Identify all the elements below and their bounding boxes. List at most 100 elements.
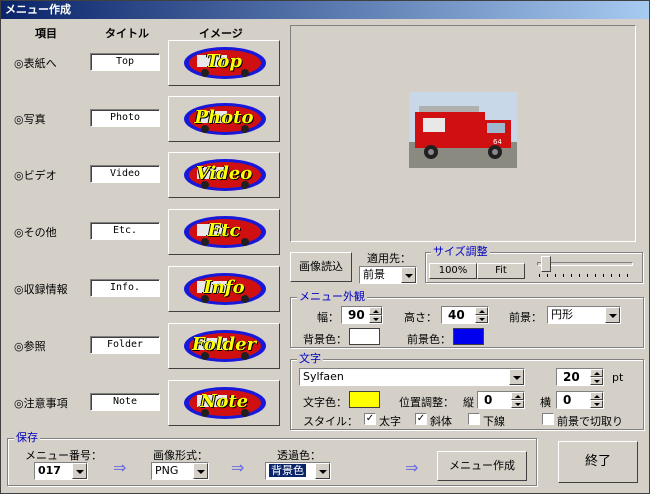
menu-item-image-button[interactable]: Photo bbox=[168, 96, 280, 142]
vertical-offset-spinner[interactable]: 0 bbox=[477, 391, 525, 409]
menu-item-image-button[interactable]: Note bbox=[168, 380, 280, 426]
menu-item-caption: Note bbox=[199, 391, 249, 412]
exit-button[interactable]: 終了 bbox=[558, 441, 638, 483]
horizontal-offset-spinner[interactable]: 0 bbox=[556, 391, 604, 409]
menu-item-caption: Video bbox=[195, 163, 253, 184]
underline-label: 下線 bbox=[483, 415, 505, 428]
menu-item-label: ◎表紙へ bbox=[14, 57, 57, 70]
menu-item-label: ◎写真 bbox=[14, 113, 46, 126]
flow-arrow-1: ⇒ bbox=[113, 458, 127, 477]
window-title: メニュー作成 bbox=[1, 1, 649, 19]
size-adjust-title: サイズ調整 bbox=[431, 245, 490, 258]
slider-track bbox=[537, 262, 633, 266]
italic-label: 斜体 bbox=[430, 415, 452, 428]
image-format-label: 画像形式： bbox=[153, 449, 208, 462]
foreground-shape-label: 前景： bbox=[509, 311, 542, 324]
background-color-label: 背景色： bbox=[303, 333, 347, 346]
apply-target-label: 適用先： bbox=[367, 252, 411, 265]
menu-item-image-button[interactable]: Video bbox=[168, 152, 280, 198]
appearance-title: メニュー外観 bbox=[297, 290, 367, 303]
font-select[interactable]: Sylfaen bbox=[299, 368, 525, 386]
menu-item-image-button[interactable]: Top bbox=[168, 40, 280, 86]
chevron-down-icon[interactable] bbox=[509, 369, 524, 385]
menu-item-image-button[interactable]: Etc bbox=[168, 209, 280, 255]
background-color-swatch[interactable] bbox=[349, 328, 380, 345]
menu-item-title-input[interactable]: Folder bbox=[90, 336, 160, 354]
menu-item-title-input[interactable]: Note bbox=[90, 393, 160, 411]
menu-item-label: ◎注意事項 bbox=[14, 397, 68, 410]
bold-checkbox[interactable]: ✓ bbox=[364, 413, 376, 425]
column-header-title: タイトル bbox=[105, 27, 149, 40]
vertical-spin-buttons[interactable] bbox=[511, 392, 524, 408]
font-size-spinner[interactable]: 20 bbox=[556, 368, 604, 386]
apply-target-select[interactable]: 前景 bbox=[359, 266, 417, 284]
width-spinner[interactable]: 90 bbox=[341, 306, 383, 324]
svg-text:64: 64 bbox=[493, 138, 502, 146]
height-spinner[interactable]: 40 bbox=[441, 306, 489, 324]
menu-item-image-button[interactable]: Info bbox=[168, 266, 280, 312]
menu-number-select[interactable]: 017 bbox=[34, 462, 88, 480]
image-format-value: PNG bbox=[155, 464, 179, 477]
menu-item-title-input[interactable]: Video bbox=[90, 165, 160, 183]
menu-number-label: メニュー番号： bbox=[25, 449, 102, 462]
horizontal-spin-buttons[interactable] bbox=[590, 392, 603, 408]
chevron-down-icon[interactable] bbox=[193, 463, 208, 479]
menu-item-label: ◎その他 bbox=[14, 226, 57, 239]
foreground-shape-value: 円形 bbox=[551, 308, 573, 321]
menu-item-caption: Top bbox=[206, 51, 242, 72]
flow-arrow-3: ⇒ bbox=[405, 458, 419, 477]
menu-item-title-input[interactable]: Top bbox=[90, 53, 160, 71]
font-size-unit: pt bbox=[612, 371, 624, 384]
size-100-button[interactable]: 100% bbox=[429, 263, 477, 279]
transparent-color-select[interactable]: 背景色 bbox=[265, 462, 331, 480]
menu-item-label: ◎収録情報 bbox=[14, 283, 68, 296]
text-group-title: 文字 bbox=[297, 352, 323, 365]
width-value: 90 bbox=[348, 308, 365, 322]
cutout-checkbox[interactable] bbox=[542, 413, 554, 425]
transparent-color-value: 背景色 bbox=[269, 464, 306, 477]
menu-item-caption: Photo bbox=[194, 107, 254, 128]
menu-item-title-input[interactable]: Info. bbox=[90, 279, 160, 297]
menu-item-image-button[interactable]: Folder bbox=[168, 323, 280, 369]
cutout-label: 前景で切取り bbox=[557, 415, 623, 428]
height-spin-buttons[interactable] bbox=[475, 307, 488, 323]
width-label: 幅： bbox=[317, 311, 339, 324]
chevron-down-icon[interactable] bbox=[605, 307, 620, 323]
menu-item-label: ◎ビデオ bbox=[14, 169, 57, 182]
font-size-spin-buttons[interactable] bbox=[590, 369, 603, 385]
menu-item-title-input[interactable]: Etc. bbox=[90, 222, 160, 240]
size-fit-button[interactable]: Fit bbox=[477, 263, 525, 279]
menu-item-caption: Info bbox=[203, 277, 245, 298]
position-adjust-label: 位置調整： bbox=[399, 396, 454, 409]
image-format-select[interactable]: PNG bbox=[151, 462, 209, 480]
slider-thumb[interactable] bbox=[541, 256, 552, 272]
chevron-down-icon[interactable] bbox=[72, 463, 87, 479]
foreground-color-swatch[interactable] bbox=[453, 328, 484, 345]
italic-checkbox[interactable]: ✓ bbox=[415, 413, 427, 425]
size-slider[interactable] bbox=[535, 256, 635, 280]
font-value: Sylfaen bbox=[303, 370, 344, 383]
fire-truck-image: 64 bbox=[409, 92, 517, 168]
menu-item-label: ◎参照 bbox=[14, 340, 46, 353]
apply-target-value: 前景 bbox=[363, 268, 385, 281]
chevron-down-icon[interactable] bbox=[401, 267, 416, 283]
horizontal-offset-value: 0 bbox=[563, 393, 572, 407]
underline-checkbox[interactable] bbox=[468, 413, 480, 425]
save-group-title: 保存 bbox=[14, 431, 40, 444]
column-header-item: 項目 bbox=[35, 27, 57, 40]
menu-number-value: 017 bbox=[38, 464, 61, 477]
horizontal-label: 横 bbox=[540, 396, 551, 409]
load-image-button[interactable]: 画像読込 bbox=[290, 252, 352, 282]
chevron-down-icon[interactable] bbox=[315, 463, 330, 479]
foreground-shape-select[interactable]: 円形 bbox=[547, 306, 621, 324]
bold-label: 太字 bbox=[379, 415, 401, 428]
menu-item-title-input[interactable]: Photo bbox=[90, 109, 160, 127]
transparent-color-label: 透過色： bbox=[277, 449, 321, 462]
height-label: 高さ： bbox=[404, 311, 437, 324]
text-color-swatch[interactable] bbox=[349, 391, 380, 408]
font-size-value: 20 bbox=[563, 370, 580, 384]
width-spin-buttons[interactable] bbox=[369, 307, 382, 323]
create-menu-button[interactable]: メニュー作成 bbox=[437, 451, 527, 481]
column-header-image: イメージ bbox=[199, 27, 243, 40]
foreground-color-label: 前景色： bbox=[407, 333, 451, 346]
